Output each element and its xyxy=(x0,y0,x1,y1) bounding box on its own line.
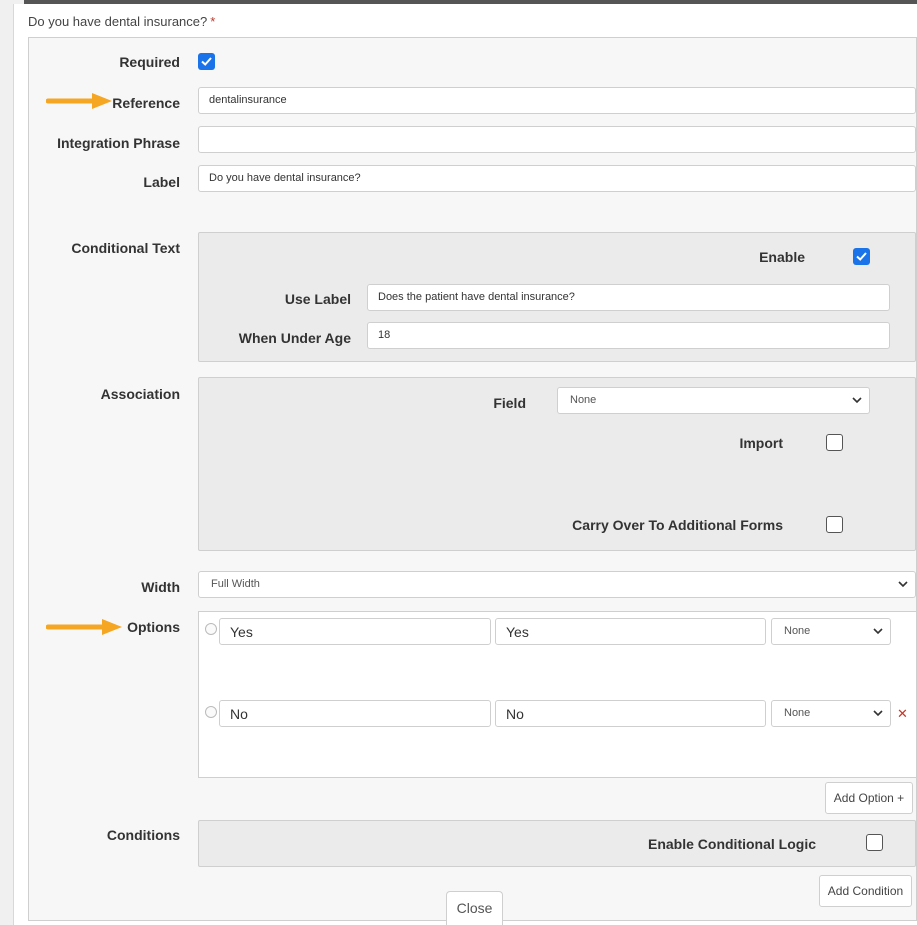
width-select[interactable]: Full Width xyxy=(198,571,916,598)
chevron-down-icon xyxy=(873,628,883,635)
chevron-down-icon xyxy=(852,397,862,404)
close-button[interactable]: Close xyxy=(446,891,503,925)
option-select-value: None xyxy=(784,707,811,719)
width-label: Width xyxy=(141,579,180,595)
chevron-down-icon xyxy=(898,581,908,588)
use-label-label: Use Label xyxy=(284,291,351,307)
option-value-input[interactable]: Yes xyxy=(495,618,766,645)
conditional-text-label: Conditional Text xyxy=(71,240,180,256)
reference-input[interactable]: dentalinsurance xyxy=(198,87,916,114)
integration-phrase-input[interactable] xyxy=(198,126,916,153)
import-label: Import xyxy=(739,435,783,451)
question-title-text: Do you have dental insurance? xyxy=(28,14,208,29)
import-checkbox[interactable] xyxy=(826,434,843,451)
carry-over-label: Carry Over To Additional Forms xyxy=(572,517,783,533)
option-radio-icon[interactable] xyxy=(205,706,217,718)
option-select[interactable]: None xyxy=(771,618,891,645)
option-text-input[interactable]: No xyxy=(219,700,491,727)
integration-phrase-label: Integration Phrase xyxy=(57,135,180,151)
association-field-select[interactable]: None xyxy=(557,387,870,414)
option-text-input[interactable]: Yes xyxy=(219,618,491,645)
option-value-input[interactable]: No xyxy=(495,700,766,727)
add-condition-button[interactable]: Add Condition xyxy=(819,875,912,907)
add-option-button[interactable]: Add Option + xyxy=(825,782,913,814)
arrow-right-icon xyxy=(46,93,112,109)
required-star: * xyxy=(210,14,216,29)
required-checkbox[interactable] xyxy=(198,53,215,70)
under-age-input[interactable]: 18 xyxy=(367,322,890,349)
chevron-down-icon xyxy=(873,710,883,717)
remove-x-icon[interactable]: ✕ xyxy=(897,706,908,722)
option-select[interactable]: None xyxy=(771,700,891,727)
association-field-value: None xyxy=(570,394,597,406)
under-age-label: When Under Age xyxy=(238,330,351,346)
checkbox-checked-icon xyxy=(856,252,867,261)
conditional-enable-label: Enable xyxy=(759,249,805,265)
width-value: Full Width xyxy=(211,578,260,590)
label-label: Label xyxy=(143,174,180,190)
conditional-enable-checkbox[interactable] xyxy=(853,248,870,265)
arrow-right-icon xyxy=(46,619,122,635)
required-label: Required xyxy=(119,54,180,70)
option-select-value: None xyxy=(784,625,811,637)
association-label: Association xyxy=(100,386,180,402)
options-label: Options xyxy=(127,619,180,635)
use-label-input[interactable]: Does the patient have dental insurance? xyxy=(367,284,890,311)
checkbox-checked-icon xyxy=(201,57,212,66)
conditions-label: Conditions xyxy=(106,827,180,843)
question-title: Do you have dental insurance? * xyxy=(28,14,215,29)
label-input[interactable]: Do you have dental insurance? xyxy=(198,165,916,192)
association-field-label: Field xyxy=(493,395,526,411)
reference-label: Reference xyxy=(112,95,180,111)
option-radio-icon[interactable] xyxy=(205,623,217,635)
conditional-logic-label: Enable Conditional Logic xyxy=(648,836,816,852)
conditional-logic-checkbox[interactable] xyxy=(866,834,883,851)
carry-over-checkbox[interactable] xyxy=(826,516,843,533)
